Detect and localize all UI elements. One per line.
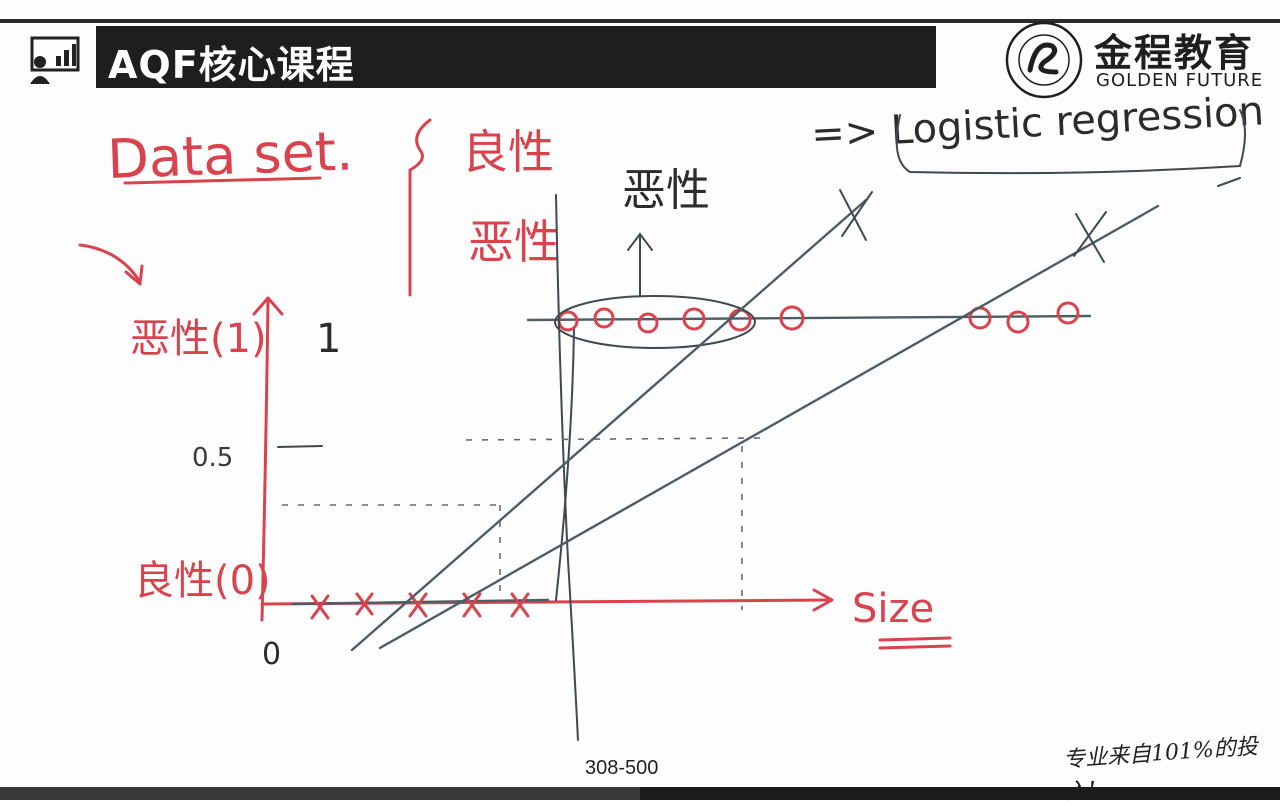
label-axis-one: 1 [316,316,341,362]
page-label: 308-500 [585,757,659,779]
label-malignant-top: 恶性 [622,165,710,216]
label-benign: 良性 [462,125,554,179]
handwritten-sketch: Data set. 良性 恶性 恶性 恶性(1) 1 0.5 良性(0) 0 S… [78,88,1265,741]
label-benign-axis: 良性(0) [134,558,271,604]
half-tick [277,445,323,448]
label-x-axis: Size [852,586,934,632]
label-method: => Logistic regression [810,88,1265,158]
x-label-underline-2 [878,644,952,650]
method-tail [1217,177,1241,187]
guide-dash-3 [465,437,761,441]
regression-line-2 [378,204,1160,650]
x-label-underline [878,636,952,642]
regression-line-1 [350,198,868,652]
label-axis-half: 0.5 [192,443,233,473]
outlier-cross-1 [839,189,873,241]
benign-crosses [310,592,530,620]
label-origin: 0 [262,637,281,672]
bottom-bar-highlight [640,787,1280,800]
label-malignant: 恶性 [468,215,560,269]
label-malignant-axis: 恶性(1) [130,316,267,362]
brace-mark [408,118,432,297]
slide-canvas: AQF核心课程 金程教育 GOLDEN FUTURE Data set. 良性 … [0,0,1280,805]
